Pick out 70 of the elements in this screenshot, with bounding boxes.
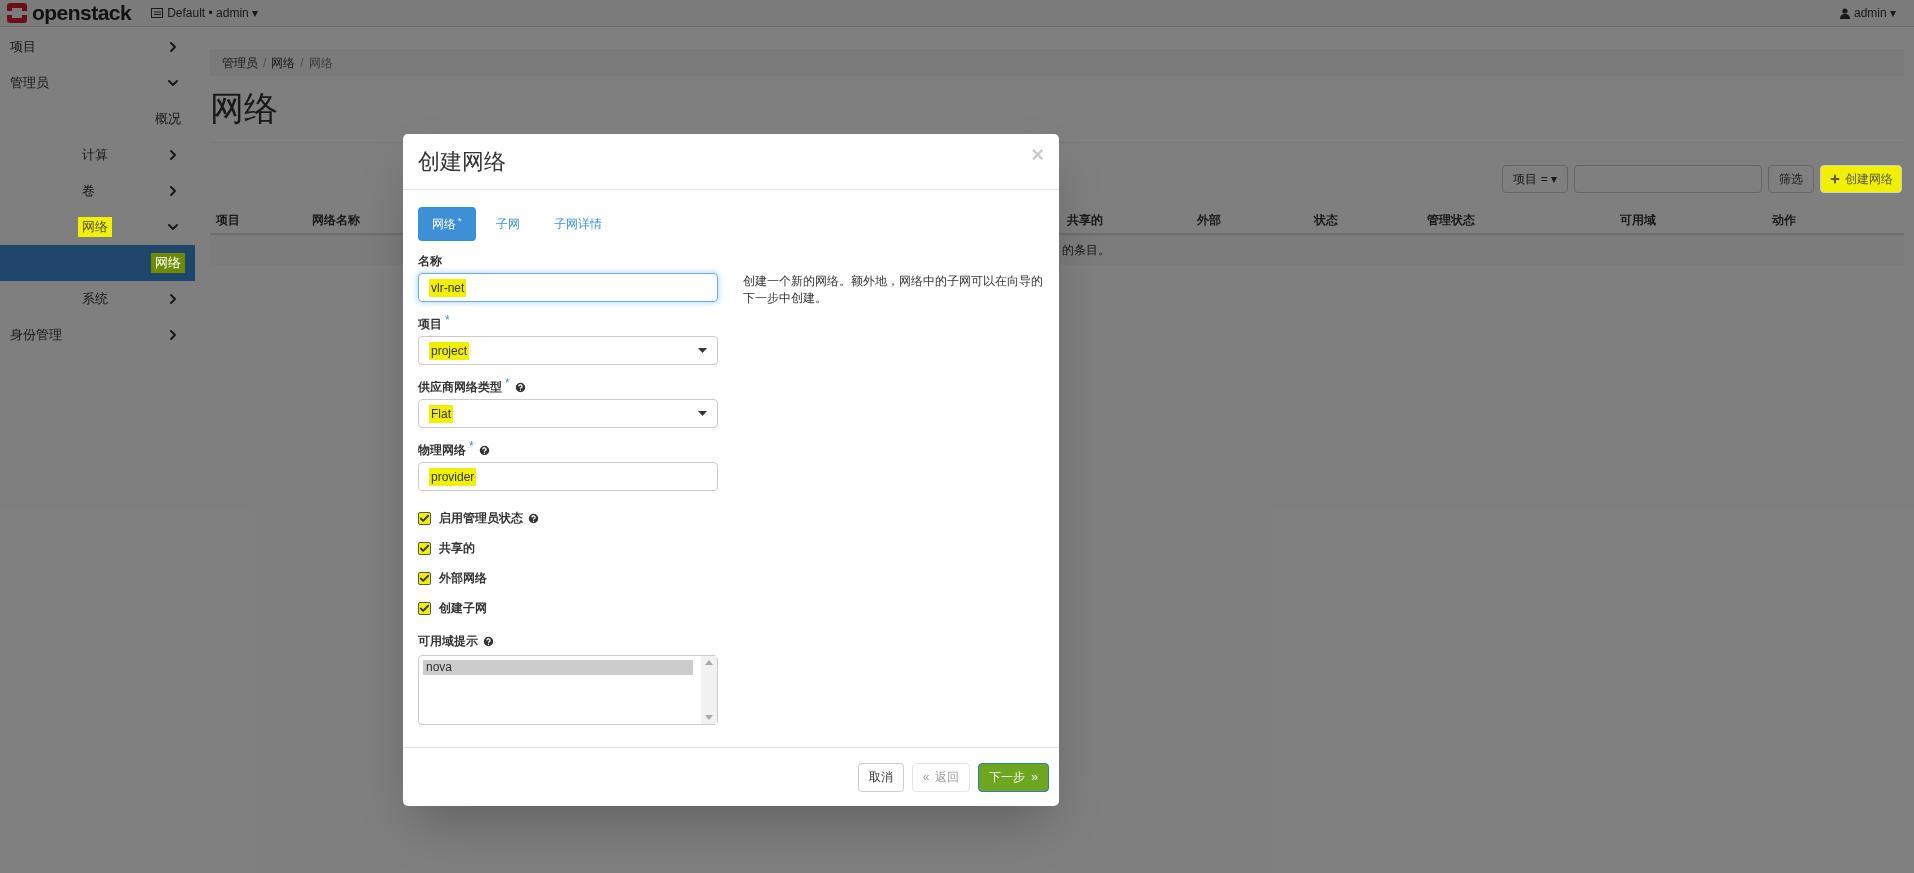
nav-link-label: 网络	[151, 253, 185, 273]
list-option[interactable]: nova	[423, 660, 693, 675]
breadcrumb-item[interactable]: 网络	[271, 53, 296, 72]
breadcrumb-separator: /	[263, 54, 267, 72]
column-header: 可用域	[1620, 212, 1656, 229]
wizard-tab[interactable]: 网络 $^{*}$	[418, 207, 476, 241]
next-button[interactable]: 下一步 »	[978, 762, 1049, 792]
filter-menu[interactable]: 项目 = ▾	[1502, 165, 1568, 193]
help-icon[interactable]	[513, 380, 527, 394]
nav-link[interactable]: 网络	[0, 245, 195, 281]
input-field[interactable]: provider	[418, 462, 718, 491]
caret-icon	[698, 411, 707, 416]
nav-group[interactable]: 管理员	[0, 73, 53, 93]
nav-group[interactable]: 卷	[78, 181, 99, 201]
nav-group[interactable]: 项目	[0, 37, 40, 57]
column-header: 共享的	[1067, 212, 1103, 229]
input-field[interactable]: vlr-net	[418, 273, 718, 302]
breadcrumb-item[interactable]: 管理员	[222, 53, 258, 72]
required-mark: *	[505, 375, 510, 392]
checkbox[interactable]	[418, 511, 431, 525]
project-menu[interactable]: Default • admin ▾	[151, 4, 259, 22]
breadcrumb-item: 网络	[308, 54, 333, 72]
column-header: 网络名称	[312, 212, 360, 229]
help-icon[interactable]	[477, 443, 491, 457]
checkbox[interactable]	[418, 571, 431, 585]
listbox-field[interactable]: nova	[418, 655, 718, 725]
nav-group[interactable]: 系统	[78, 289, 112, 309]
filter-input[interactable]	[1574, 165, 1762, 193]
field-label: 物理网络	[418, 442, 466, 459]
user-menu[interactable]: admin ▾	[1839, 4, 1896, 22]
checkbox[interactable]	[418, 541, 431, 555]
empty-table-message: 的条目。	[1062, 242, 1110, 259]
caret-icon	[698, 348, 707, 353]
help-icon[interactable]	[482, 634, 495, 648]
field-label: 名称	[418, 253, 442, 270]
filter-button[interactable]: 筛选	[1768, 165, 1814, 193]
column-header: 动作	[1772, 212, 1796, 229]
checkbox-label: 共享的	[439, 540, 475, 557]
list-icon	[151, 8, 164, 18]
field-label: 可用域提示	[418, 633, 478, 650]
field-label: 供应商网络类型	[418, 379, 502, 396]
modal-title: 创建网络	[418, 148, 506, 176]
nav-link-label: 概况	[154, 110, 182, 129]
column-header: 项目	[216, 212, 240, 229]
required-mark: *	[469, 438, 474, 455]
select-field[interactable]: project	[418, 336, 718, 365]
select-field[interactable]: Flat	[418, 399, 718, 428]
checkbox-label: 创建子网	[439, 600, 487, 617]
nav-group[interactable]: 身份管理	[0, 325, 66, 345]
nav-link[interactable]: 概况	[0, 101, 195, 137]
required-mark: *	[445, 312, 450, 329]
column-header: 管理状态	[1427, 212, 1475, 229]
breadcrumb-separator: /	[300, 54, 304, 72]
nav-group[interactable]: 网络	[78, 217, 112, 237]
column-header: 状态	[1314, 212, 1338, 229]
help-icon[interactable]	[527, 511, 540, 525]
wizard-tab[interactable]: 子网详情	[539, 207, 616, 241]
column-header: 外部	[1197, 212, 1221, 229]
nav-group[interactable]: 计算	[78, 145, 112, 165]
wizard-tab[interactable]: 子网	[481, 207, 534, 241]
checkbox-label: 外部网络	[439, 570, 487, 587]
user-icon	[1839, 7, 1850, 19]
checkbox[interactable]	[418, 601, 431, 615]
create-network-button[interactable]: 创建网络	[1820, 165, 1902, 193]
field-label: 项目	[418, 316, 442, 333]
cancel-button[interactable]: 取消	[857, 762, 904, 792]
description-text: 创建一个新的网络。额外地，网络中的子网可以在向导的下一步中创建。	[743, 273, 1043, 307]
logo-text[interactable]: openstack	[32, 0, 132, 29]
checkbox-label: 启用管理员状态	[439, 510, 523, 527]
plus-icon	[1829, 173, 1841, 185]
